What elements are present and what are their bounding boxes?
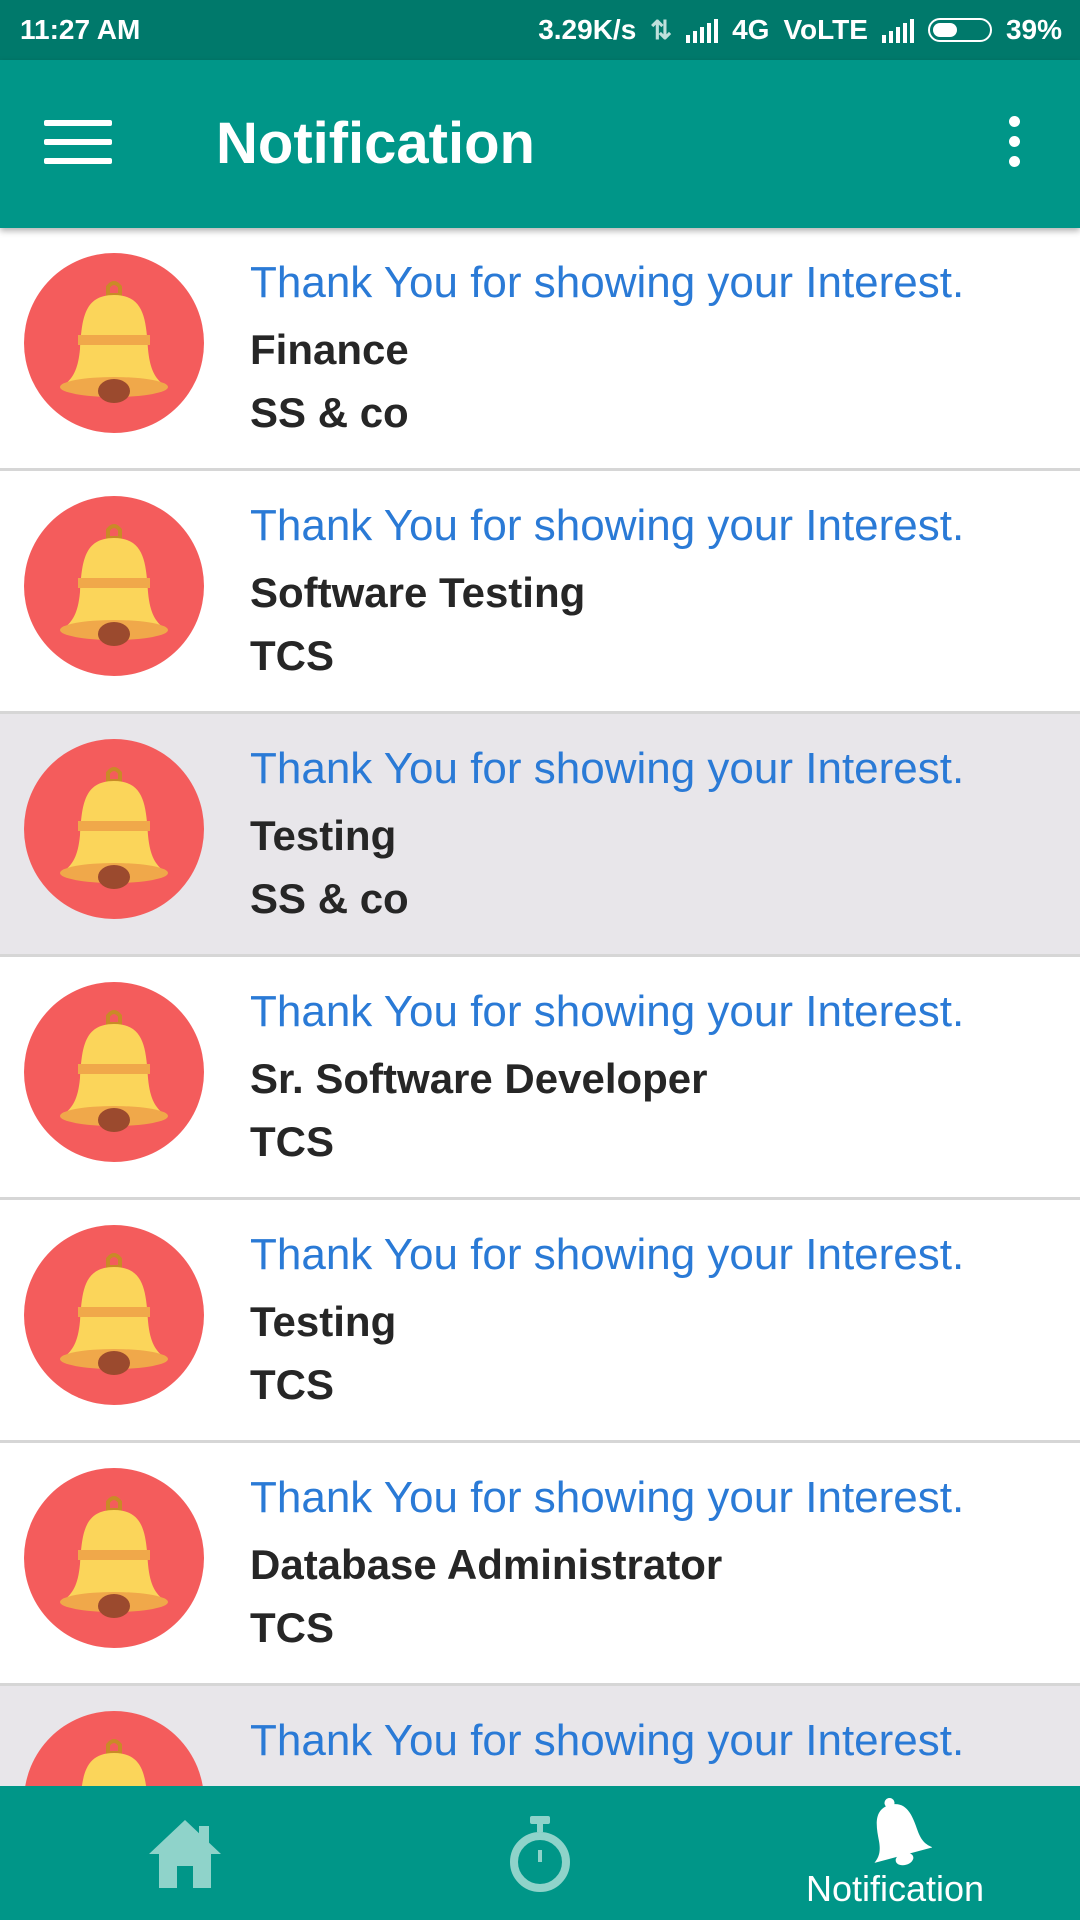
status-indicators: 3.29K/s ⇅ 4G VoLTE 39% [538, 14, 1062, 46]
notification-message: Thank You for showing your Interest. [250, 258, 965, 307]
list-item[interactable]: Thank You for showing your Interest. Sof… [0, 471, 1080, 714]
notification-message: Thank You for showing your Interest. [250, 744, 965, 793]
bell-avatar-icon [24, 739, 204, 919]
bell-avatar-icon [24, 1225, 204, 1405]
company-name: TCS [250, 1604, 334, 1651]
company-name: SS & co [250, 875, 409, 922]
list-item[interactable]: Thank You for showing your Interest. Dat… [0, 1443, 1080, 1686]
nav-stopwatch[interactable] [445, 1786, 635, 1920]
company-name: TCS [250, 1118, 334, 1165]
bell-avatar-icon [24, 496, 204, 676]
nav-notification[interactable]: Notification [790, 1786, 1000, 1920]
job-title: Sr. Software Developer [250, 1055, 708, 1102]
status-bar: 11:27 AM 3.29K/s ⇅ 4G VoLTE 39% [0, 0, 1080, 60]
list-item[interactable]: Thank You for showing your Interest. Fin… [0, 228, 1080, 471]
notification-message: Thank You for showing your Interest. [250, 1473, 965, 1522]
network-type: 4G [732, 14, 770, 45]
job-title: Database Administrator [250, 1541, 723, 1588]
page-title: Notification [216, 111, 535, 176]
company-name: TCS [250, 632, 334, 679]
job-title: Testing [250, 1298, 397, 1345]
data-activity-icon: ⇅ [650, 14, 673, 45]
notification-message: Thank You for showing your Interest. [250, 1716, 965, 1765]
job-title: Finance [250, 326, 409, 373]
stopwatch-icon [510, 1816, 570, 1892]
list-item[interactable]: Thank You for showing your Interest. Tes… [0, 714, 1080, 957]
more-vertical-icon[interactable] [1000, 116, 1028, 176]
list-item[interactable]: Thank You for showing your Interest. [0, 1686, 1080, 1786]
bell-icon [874, 1797, 932, 1866]
job-title: Software Testing [250, 569, 586, 616]
notification-message: Thank You for showing your Interest. [250, 501, 965, 550]
signal-icon [686, 17, 719, 43]
nav-home[interactable] [90, 1786, 280, 1920]
status-time: 11:27 AM [20, 14, 141, 45]
bell-avatar-icon [24, 1711, 204, 1786]
notification-message: Thank You for showing your Interest. [250, 1230, 965, 1279]
home-icon [149, 1820, 221, 1888]
bell-avatar-icon [24, 253, 204, 433]
battery-percent: 39% [1005, 14, 1062, 45]
bell-avatar-icon [24, 982, 204, 1162]
job-title: Testing [250, 812, 397, 859]
volte-label: VoLTE [783, 14, 868, 45]
bottom-navigation: Notification [0, 1786, 1080, 1920]
battery-icon [927, 18, 992, 42]
network-speed: 3.29K/s [538, 14, 637, 45]
company-name: TCS [250, 1361, 334, 1408]
notification-list[interactable]: Thank You for showing your Interest. Fin… [0, 228, 1080, 1786]
hamburger-menu-icon[interactable] [44, 120, 112, 168]
company-name: SS & co [250, 389, 409, 436]
nav-notification-label: Notification [805, 1868, 985, 1909]
bell-avatar-icon [24, 1468, 204, 1648]
notification-message: Thank You for showing your Interest. [250, 987, 965, 1036]
signal-icon-2 [881, 17, 914, 43]
list-item[interactable]: Thank You for showing your Interest. Tes… [0, 1200, 1080, 1443]
app-bar: Notification [0, 60, 1080, 228]
list-item[interactable]: Thank You for showing your Interest. Sr.… [0, 957, 1080, 1200]
